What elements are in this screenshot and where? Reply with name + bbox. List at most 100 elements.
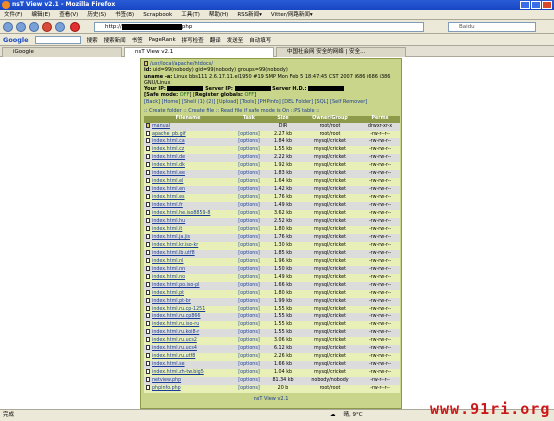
task-cell[interactable]: [options] <box>232 353 266 362</box>
file-name-link[interactable]: index.html.ru.ucs2 <box>152 338 197 343</box>
back-icon[interactable] <box>3 22 13 32</box>
send-to-button[interactable]: 发送至 <box>227 36 244 44</box>
file-name-link[interactable]: index.html.lb.utf8 <box>152 251 195 256</box>
file-name-link[interactable]: index.html.ru.iso-ru <box>152 322 199 327</box>
tab-security-site[interactable]: 中国社会网 安全的网络 | 安全... <box>276 47 406 57</box>
filename-cell[interactable]: index.html.el <box>144 178 232 187</box>
task-cell[interactable]: [options] <box>232 202 266 211</box>
filename-cell[interactable]: index.html.po.iso-pl <box>144 281 232 290</box>
task-cell[interactable]: [options] <box>232 321 266 330</box>
task-cell[interactable]: [options] <box>232 385 266 393</box>
task-value[interactable]: [options] <box>238 370 259 375</box>
task-cell[interactable] <box>232 122 266 131</box>
tab-nst-view[interactable]: nsT View v2.1 <box>124 47 274 57</box>
table-row[interactable]: index.html.lb.utf8 [options] 1.85 kb mysql/… <box>144 249 400 258</box>
forward-icon[interactable] <box>16 22 26 32</box>
table-row[interactable]: index.html.el [options] 1.64 kb mysql/crick… <box>144 178 400 187</box>
filename-cell[interactable]: manual <box>144 122 232 131</box>
filename-cell[interactable]: netview.php <box>144 377 232 386</box>
table-row[interactable]: index.html.ja.jis [options] 1.76 kb mysql/c… <box>144 233 400 242</box>
task-value[interactable]: [options] <box>238 267 259 272</box>
filename-cell[interactable]: index.html.pt <box>144 289 232 298</box>
table-row[interactable]: index.html.ru.cp-1251 [options] 1.55 kb mys… <box>144 305 400 314</box>
task-value[interactable]: [options] <box>238 314 259 319</box>
task-cell[interactable]: [options] <box>232 249 266 258</box>
file-name-link[interactable]: index.html.pt <box>152 291 184 296</box>
task-value[interactable]: [options] <box>238 338 259 343</box>
task-value[interactable]: [options] <box>238 171 259 176</box>
task-cell[interactable]: [options] <box>232 337 266 346</box>
file-name-link[interactable]: apache_pb.gif <box>152 132 186 137</box>
file-name-link[interactable]: index.html.el <box>152 179 183 184</box>
task-value[interactable]: [options] <box>238 275 259 280</box>
task-value[interactable]: [options] <box>238 187 259 192</box>
menu-news[interactable]: Vitter/网路新闻▾ <box>271 10 313 19</box>
filename-cell[interactable]: apache_pb.gif <box>144 130 232 139</box>
translate-button[interactable]: 翻译 <box>210 36 221 44</box>
menu-rss[interactable]: RSS新闻▾ <box>237 10 262 19</box>
table-row[interactable]: manual DIR root/root drwxr-xr-x <box>144 122 400 131</box>
table-row[interactable]: index.html.ca [options] 1.84 kb mysql/crick… <box>144 138 400 147</box>
table-row[interactable]: index.html.hu [options] 2.52 kb mysql/crick… <box>144 218 400 226</box>
menu-history[interactable]: 历史(S) <box>87 10 106 19</box>
url-bar[interactable]: http:// php <box>94 22 424 32</box>
table-row[interactable]: index.html.ru.koi8-r [options] 1.55 kb mysq… <box>144 329 400 338</box>
task-value[interactable]: [options] <box>238 346 259 351</box>
task-value[interactable]: [options] <box>238 330 259 335</box>
task-cell[interactable]: [options] <box>232 225 266 234</box>
task-cell[interactable]: [options] <box>232 210 266 219</box>
file-name-link[interactable]: index.html.no <box>152 275 185 280</box>
task-cell[interactable]: [options] <box>232 218 266 226</box>
filename-cell[interactable]: index.html.se <box>144 361 232 370</box>
task-cell[interactable]: [options] <box>232 361 266 370</box>
task-cell[interactable]: [options] <box>232 257 266 266</box>
table-row[interactable]: index.html.dk [options] 1.92 kb mysql/crick… <box>144 162 400 171</box>
task-cell[interactable]: [options] <box>232 138 266 147</box>
task-cell[interactable]: [options] <box>232 329 266 338</box>
table-row[interactable]: index.html.es [options] 1.76 kb mysql/crick… <box>144 194 400 203</box>
file-name-link[interactable]: index.html.ru.utf8 <box>152 354 195 359</box>
table-row[interactable]: phpinfo.php [options] 20 b root/root -rw-r--… <box>144 385 400 393</box>
task-value[interactable]: [options] <box>238 211 259 216</box>
file-name-link[interactable]: netview.php <box>152 378 181 383</box>
task-cell[interactable]: [options] <box>232 162 266 171</box>
task-cell[interactable]: [options] <box>232 233 266 242</box>
spellcheck-button[interactable]: 拼写检查 <box>182 36 204 44</box>
task-value[interactable]: [options] <box>238 362 259 367</box>
task-value[interactable]: [options] <box>238 179 259 184</box>
google-search-button[interactable]: 搜索 <box>87 36 98 44</box>
file-name-link[interactable]: index.html.es <box>152 195 185 200</box>
file-name-link[interactable]: index.html.po.iso-pl <box>152 283 199 288</box>
task-cell[interactable]: [options] <box>232 178 266 187</box>
task-value[interactable]: [options] <box>238 251 259 256</box>
task-cell[interactable]: [options] <box>232 297 266 306</box>
file-name-link[interactable]: index.html.kr.iso-kr <box>152 243 198 248</box>
filename-cell[interactable]: index.html.ru.utf8 <box>144 353 232 362</box>
filename-cell[interactable]: index.html.nl <box>144 257 232 266</box>
task-value[interactable]: [options] <box>238 155 259 160</box>
file-name-link[interactable]: index.html.he.iso8859-8 <box>152 211 210 216</box>
task-value[interactable]: [options] <box>238 132 259 137</box>
table-row[interactable]: index.html.po.iso-pl [options] 1.66 kb mysq… <box>144 281 400 290</box>
file-name-link[interactable]: index.html.en <box>152 187 185 192</box>
table-row[interactable]: index.html.ru.ucs2 [options] 3.06 kb mysql/… <box>144 337 400 346</box>
create-bar[interactable]: :: Create folder :: Create file :: Read … <box>144 108 398 114</box>
filename-cell[interactable]: index.html.he.iso8859-8 <box>144 210 232 219</box>
table-row[interactable]: index.html.fr [options] 1.49 kb mysql/crick… <box>144 202 400 211</box>
task-cell[interactable]: [options] <box>232 241 266 250</box>
maximize-button[interactable] <box>531 1 541 9</box>
task-value[interactable]: [options] <box>238 322 259 327</box>
file-name-link[interactable]: manual <box>152 124 170 129</box>
home-icon[interactable] <box>55 22 65 32</box>
table-row[interactable]: index.html.kr.iso-kr [options] 1.30 kb mysq… <box>144 241 400 250</box>
task-cell[interactable]: [options] <box>232 265 266 274</box>
task-value[interactable]: [options] <box>238 378 259 383</box>
table-row[interactable]: index.html.ru.ucs4 [options] 6.12 kb mysql/… <box>144 345 400 354</box>
file-name-link[interactable]: index.html.ja.jis <box>152 235 190 240</box>
google-search-input[interactable] <box>34 35 81 44</box>
filename-cell[interactable]: index.html.ru.ucs4 <box>144 345 232 354</box>
filename-cell[interactable]: index.html.en <box>144 186 232 195</box>
filename-cell[interactable]: index.html.es <box>144 194 232 203</box>
task-value[interactable]: [options] <box>238 259 259 264</box>
file-name-link[interactable]: index.html.hu <box>152 219 185 224</box>
